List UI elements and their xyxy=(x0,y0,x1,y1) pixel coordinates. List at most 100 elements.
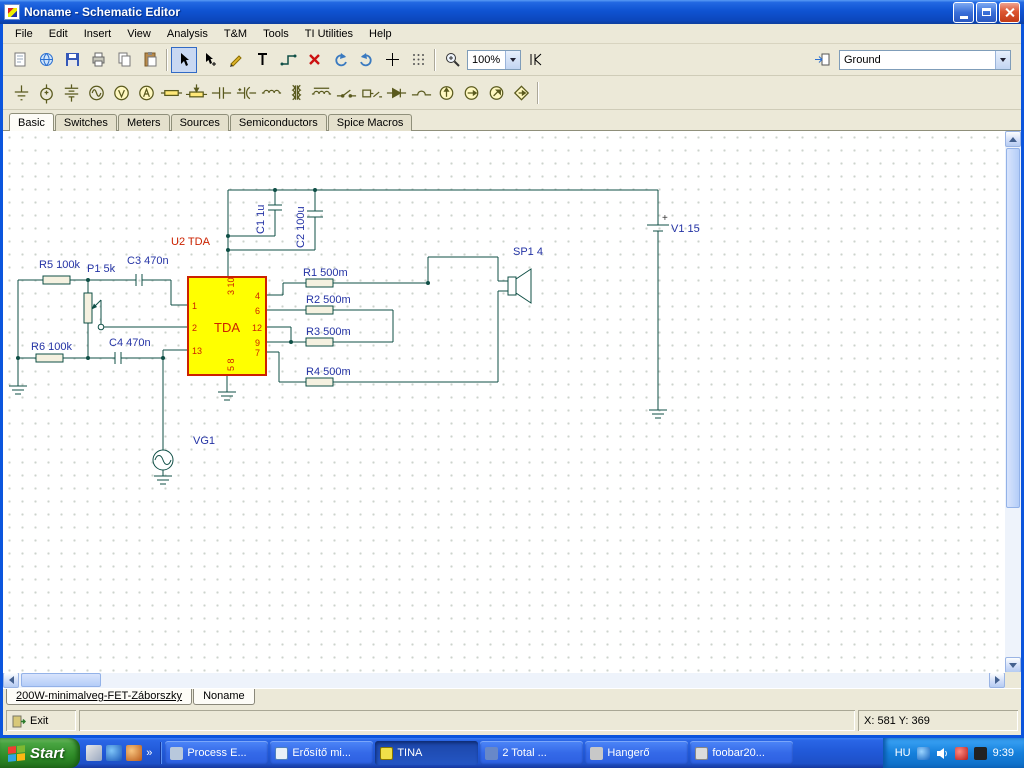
grid-button[interactable] xyxy=(405,47,431,73)
capacitor-c4-label[interactable]: C4 470n xyxy=(109,337,151,349)
menu-help[interactable]: Help xyxy=(361,26,400,42)
restore-button[interactable] xyxy=(976,1,997,23)
quicklaunch-overflow-chevron[interactable]: » xyxy=(146,747,152,759)
resistor-r6-label[interactable]: R6 100k xyxy=(31,341,72,353)
resistor-r4-label[interactable]: R4 500m xyxy=(306,366,351,378)
show-desktop-icon[interactable] xyxy=(86,745,103,761)
zoom-button[interactable] xyxy=(439,47,465,73)
battery-v1[interactable]: + V1 15 xyxy=(647,213,700,235)
component-capacitor-button[interactable] xyxy=(209,79,234,107)
scroll-left-button[interactable] xyxy=(3,672,19,688)
component-switch-button[interactable] xyxy=(334,79,359,107)
component-voltage-source-button[interactable] xyxy=(34,79,59,107)
tab-spice-macros[interactable]: Spice Macros xyxy=(327,114,413,131)
horizontal-scroll-thumb[interactable] xyxy=(21,673,101,687)
potentiometer-p1-label[interactable]: P1 5k xyxy=(87,263,116,275)
menu-tm[interactable]: T&M xyxy=(216,26,255,42)
task-hangero[interactable]: Hangerő xyxy=(585,741,689,765)
component-ground-button[interactable] xyxy=(9,79,34,107)
component-diode-button[interactable] xyxy=(384,79,409,107)
resistor-r5-label[interactable]: R5 100k xyxy=(39,259,80,271)
resistor-r6[interactable]: R6 100k xyxy=(31,341,72,363)
component-jumper-button[interactable] xyxy=(409,79,434,107)
component-voltmeter-button[interactable] xyxy=(109,79,134,107)
schematic-canvas[interactable]: + V1 15 C1 1u C2 100u R5 100k P1 5k C3 4… xyxy=(3,131,1005,673)
ground-symbol-v1[interactable] xyxy=(649,409,667,419)
print-button[interactable] xyxy=(85,47,111,73)
capacitor-c3[interactable]: C3 470n xyxy=(127,255,169,286)
scroll-up-button[interactable] xyxy=(1005,131,1021,147)
ic-designator-label[interactable]: U2 TDA xyxy=(171,236,211,248)
antivirus-icon[interactable] xyxy=(954,746,968,760)
generator-vg1-label[interactable]: VG1 xyxy=(193,435,215,447)
task-total-commander[interactable]: 2 Total ... xyxy=(480,741,584,765)
capacitor-c3-label[interactable]: C3 470n xyxy=(127,255,169,267)
menu-insert[interactable]: Insert xyxy=(76,26,120,42)
capacitor-c4[interactable]: C4 470n xyxy=(109,337,151,364)
doc-tab-noname[interactable]: Noname xyxy=(193,689,255,705)
crosshair-button[interactable] xyxy=(379,47,405,73)
component-generator-button[interactable] xyxy=(84,79,109,107)
minimize-button[interactable] xyxy=(953,1,974,23)
doc-tab-200w[interactable]: 200W-minimalveg-FET-Záborszky xyxy=(6,689,193,705)
zoom-dropdown-button[interactable] xyxy=(505,50,520,69)
menu-ti-utilities[interactable]: TI Utilities xyxy=(297,26,361,42)
internet-explorer-icon[interactable] xyxy=(106,745,123,761)
capacitor-c2-label[interactable]: C2 100u xyxy=(295,206,307,248)
resistor-r1[interactable]: R1 500m xyxy=(303,267,348,288)
component-transformer-button[interactable] xyxy=(284,79,309,107)
menu-analysis[interactable]: Analysis xyxy=(159,26,216,42)
battery-label[interactable]: V1 15 xyxy=(671,223,700,235)
tab-sources[interactable]: Sources xyxy=(170,114,229,131)
scroll-right-button[interactable] xyxy=(989,672,1005,688)
vertical-scroll-thumb[interactable] xyxy=(1006,148,1020,508)
tab-switches[interactable]: Switches xyxy=(54,114,117,131)
open-button[interactable] xyxy=(33,47,59,73)
browser-icon[interactable] xyxy=(126,745,143,761)
values-button[interactable] xyxy=(523,47,549,73)
component-electrolytic-capacitor-button[interactable] xyxy=(234,79,259,107)
network-icon[interactable] xyxy=(916,746,930,760)
generator-vg1[interactable]: VG1 xyxy=(152,435,215,471)
component-select[interactable]: Ground xyxy=(839,49,1011,70)
zoom-select[interactable]: 100% xyxy=(467,49,521,70)
component-ccvs-button[interactable] xyxy=(484,79,509,107)
resistor-r4[interactable]: R4 500m xyxy=(305,366,351,387)
ground-symbol-ic[interactable] xyxy=(218,391,236,401)
select-button[interactable] xyxy=(171,46,197,73)
language-indicator[interactable]: HU xyxy=(895,747,911,759)
vertical-scrollbar[interactable] xyxy=(1005,131,1021,673)
resistor-r3[interactable]: R3 500m xyxy=(305,326,351,347)
component-relay-button[interactable] xyxy=(359,79,384,107)
wire-button[interactable] xyxy=(275,47,301,73)
menu-tools[interactable]: Tools xyxy=(255,26,297,42)
ground-symbol-input[interactable] xyxy=(9,385,27,395)
component-vccs-button[interactable] xyxy=(459,79,484,107)
tab-meters[interactable]: Meters xyxy=(117,114,170,131)
new-button[interactable] xyxy=(7,47,33,73)
component-inductor-button[interactable] xyxy=(259,79,284,107)
capacitor-c2[interactable]: C2 100u xyxy=(295,206,323,248)
task-process-explorer[interactable]: Process E... xyxy=(165,741,269,765)
start-button[interactable]: Start xyxy=(0,738,81,768)
horizontal-scrollbar[interactable] xyxy=(3,672,1005,688)
menu-file[interactable]: File xyxy=(7,26,41,42)
speaker-sp1[interactable]: SP1 4 xyxy=(507,246,543,304)
component-dropdown-button[interactable] xyxy=(995,50,1010,69)
tab-basic[interactable]: Basic xyxy=(9,113,54,131)
component-mode-button[interactable] xyxy=(809,47,835,73)
undo-button[interactable] xyxy=(327,47,353,73)
save-button[interactable] xyxy=(59,47,85,73)
tray-app-icon[interactable] xyxy=(973,746,987,760)
capacitor-c1-label[interactable]: C1 1u xyxy=(255,205,267,234)
resistor-r2-label[interactable]: R2 500m xyxy=(306,294,351,306)
task-erosito[interactable]: Erősítő mi... xyxy=(270,741,374,765)
copy-button[interactable] xyxy=(111,47,137,73)
component-battery-button[interactable] xyxy=(59,79,84,107)
component-vcvs-button[interactable] xyxy=(434,79,459,107)
component-cccs-button[interactable] xyxy=(509,79,534,107)
menu-view[interactable]: View xyxy=(119,26,159,42)
delete-button[interactable] xyxy=(301,47,327,73)
text-button[interactable] xyxy=(249,47,275,73)
task-tina[interactable]: TINA xyxy=(375,741,479,765)
